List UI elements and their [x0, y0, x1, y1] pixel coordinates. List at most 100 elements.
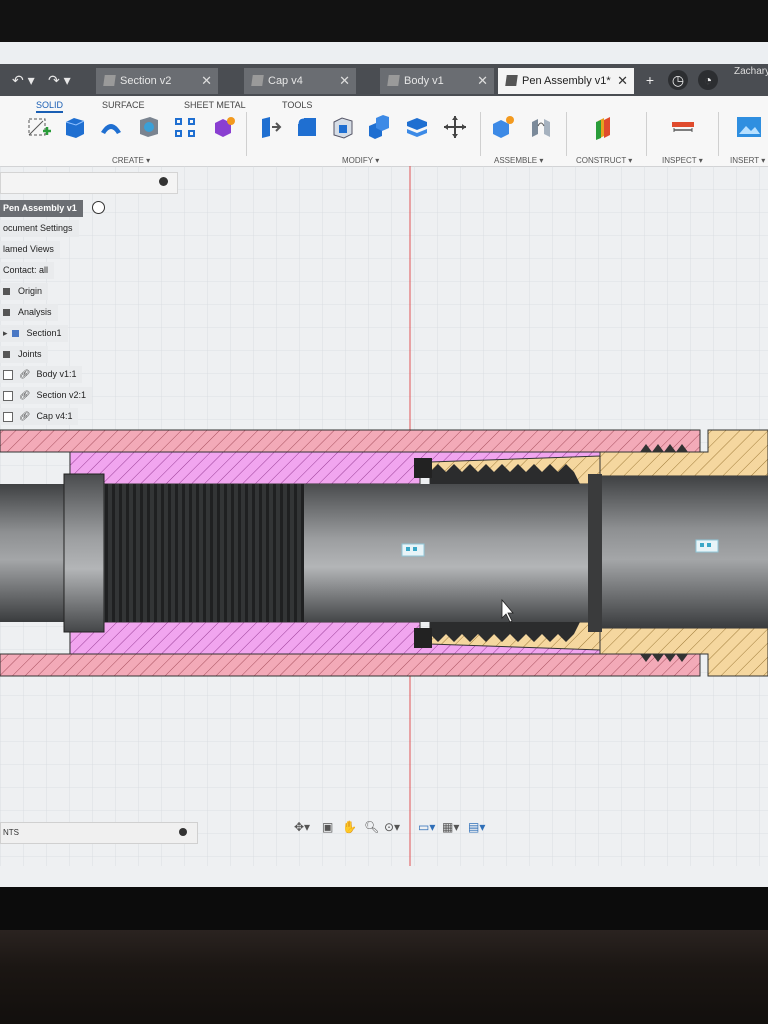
zoom-icon[interactable]: 🔍︎: [364, 820, 379, 834]
close-icon[interactable]: ✕: [201, 68, 212, 94]
monitor-bezel: [0, 0, 768, 42]
fusion-window: ↶ ▾ ↷ ▾ Section v2 ✕ Cap v4 ✕ Body v1 ✕ …: [0, 42, 768, 887]
browser-item-document-settings[interactable]: ocument Settings: [0, 220, 79, 237]
browser-item-label: Analysis: [18, 307, 52, 317]
visibility-checkbox[interactable]: [3, 369, 13, 380]
browser-item-label: Body v1:1: [36, 369, 77, 379]
construct-group-label[interactable]: CONSTRUCT ▾: [576, 156, 632, 165]
insert-group-label[interactable]: INSERT ▾: [730, 156, 765, 165]
browser-item-section1[interactable]: ▸ Section1: [0, 325, 68, 342]
sweep-icon[interactable]: [136, 114, 162, 140]
component-icon: [387, 75, 400, 86]
component-icon: [505, 75, 518, 86]
add-comment-icon[interactable]: [179, 828, 187, 836]
comments-label: NTS: [3, 828, 19, 837]
new-tab-plus-icon[interactable]: +: [640, 70, 660, 90]
new-component-icon[interactable]: [490, 114, 516, 140]
visibility-checkbox[interactable]: [3, 411, 13, 422]
divider: [480, 112, 481, 156]
browser-item-analysis[interactable]: Analysis: [0, 304, 58, 321]
toolbar-ribbon: SOLID SURFACE SHEET METAL TOOLS CREATE ▾…: [0, 96, 768, 167]
look-at-icon[interactable]: ▣: [322, 820, 333, 834]
pan-icon[interactable]: ✋: [342, 820, 357, 834]
display-settings-icon[interactable]: ▭▾: [418, 820, 435, 834]
measure-icon[interactable]: [670, 114, 696, 140]
design-canvas[interactable]: [0, 166, 768, 866]
browser-root-item[interactable]: Pen Assembly v1: [0, 200, 83, 217]
pen-section-view: [0, 429, 768, 677]
viewports-icon[interactable]: ▤▾: [468, 820, 485, 834]
fillet-icon[interactable]: [294, 114, 320, 140]
create-form-icon[interactable]: [210, 114, 236, 140]
tab-pen-assembly-v1[interactable]: Pen Assembly v1* ✕: [498, 68, 634, 94]
ribbon-tab-tools[interactable]: TOOLS: [282, 100, 312, 110]
browser-item-named-views[interactable]: lamed Views: [0, 241, 60, 258]
browser-item-cap-v4[interactable]: 🔗︎ Cap v4:1: [0, 408, 79, 425]
navigation-toolbar: ✥▾ ▣ ✋ 🔍︎ ⊙▾ ▭▾ ▦▾ ▤▾: [290, 818, 500, 840]
tab-section-v2[interactable]: Section v2 ✕: [96, 68, 218, 94]
comments-panel[interactable]: NTS: [0, 822, 198, 844]
combine-icon[interactable]: [366, 114, 392, 140]
browser-item-label: Pen Assembly v1: [3, 203, 77, 213]
divider: [246, 112, 247, 156]
modify-group-label[interactable]: MODIFY ▾: [342, 156, 379, 165]
folder-icon: [3, 351, 10, 359]
orbit-icon[interactable]: ✥▾: [294, 820, 310, 834]
create-group-label[interactable]: CREATE ▾: [112, 156, 150, 165]
link-icon: 🔗︎: [19, 369, 31, 379]
move-icon[interactable]: [442, 114, 468, 140]
browser-panel-header[interactable]: [0, 172, 178, 194]
browser-item-label: Section1: [26, 328, 62, 338]
tab-label: Pen Assembly v1*: [522, 75, 611, 87]
section-analysis-icon: [11, 330, 19, 338]
browser-item-body-v1[interactable]: 🔗︎ Body v1:1: [0, 366, 83, 383]
ribbon-tab-sheet-metal[interactable]: SHEET METAL: [184, 100, 246, 110]
collapse-browser-icon[interactable]: [159, 177, 168, 186]
job-status-icon[interactable]: ◷: [668, 70, 688, 90]
close-icon[interactable]: ✕: [477, 68, 488, 94]
browser-item-label: Cap v4:1: [36, 411, 73, 421]
user-name[interactable]: Zachary: [734, 66, 768, 77]
insert-image-icon[interactable]: [736, 114, 762, 140]
desk-surface: [0, 930, 768, 1024]
ribbon-tab-surface[interactable]: SURFACE: [102, 100, 145, 110]
browser-item-contact[interactable]: Contact: all: [0, 262, 55, 279]
split-body-icon[interactable]: [404, 114, 430, 140]
link-icon: 🔗︎: [19, 390, 31, 400]
visibility-checkbox[interactable]: [3, 390, 13, 401]
ribbon-tab-solid[interactable]: SOLID: [36, 100, 64, 113]
component-icon: [103, 75, 116, 86]
zoom-window-icon[interactable]: ⊙▾: [384, 820, 400, 834]
offset-plane-icon[interactable]: [594, 114, 620, 140]
browser-item-joints[interactable]: Joints: [0, 346, 48, 363]
create-sketch-icon[interactable]: [26, 114, 52, 140]
undo-icon[interactable]: ↶ ▾: [12, 72, 35, 89]
close-icon[interactable]: ✕: [617, 68, 628, 94]
assemble-group-label[interactable]: ASSEMBLE ▾: [494, 156, 543, 165]
inspect-group-label[interactable]: INSPECT ▾: [662, 156, 703, 165]
tab-label: Body v1: [404, 75, 444, 87]
browser-item-label: ocument Settings: [3, 223, 73, 233]
activate-component-icon[interactable]: [92, 201, 105, 214]
divider: [646, 112, 647, 156]
close-icon[interactable]: ✕: [339, 68, 350, 94]
redo-icon[interactable]: ↷ ▾: [48, 72, 71, 89]
browser-item-label: lamed Views: [3, 244, 54, 254]
grid-snap-icon[interactable]: ▦▾: [442, 820, 459, 834]
notifications-icon[interactable]: ◔: [698, 70, 718, 90]
extrude-icon[interactable]: [62, 114, 88, 140]
folder-icon: [3, 309, 10, 317]
joint-icon[interactable]: [528, 114, 554, 140]
browser-item-origin[interactable]: Origin: [0, 283, 49, 300]
folder-icon: [3, 288, 10, 296]
shell-icon[interactable]: [330, 114, 356, 140]
browser-item-label: Section v2:1: [36, 390, 86, 400]
pattern-icon[interactable]: [172, 114, 198, 140]
divider: [566, 112, 567, 156]
revolve-icon[interactable]: [98, 114, 124, 140]
browser-item-section-v2[interactable]: 🔗︎ Section v2:1: [0, 387, 92, 404]
tab-label: Cap v4: [268, 75, 303, 87]
tab-cap-v4[interactable]: Cap v4 ✕: [244, 68, 356, 94]
tab-body-v1[interactable]: Body v1 ✕: [380, 68, 494, 94]
press-pull-icon[interactable]: [256, 114, 282, 140]
